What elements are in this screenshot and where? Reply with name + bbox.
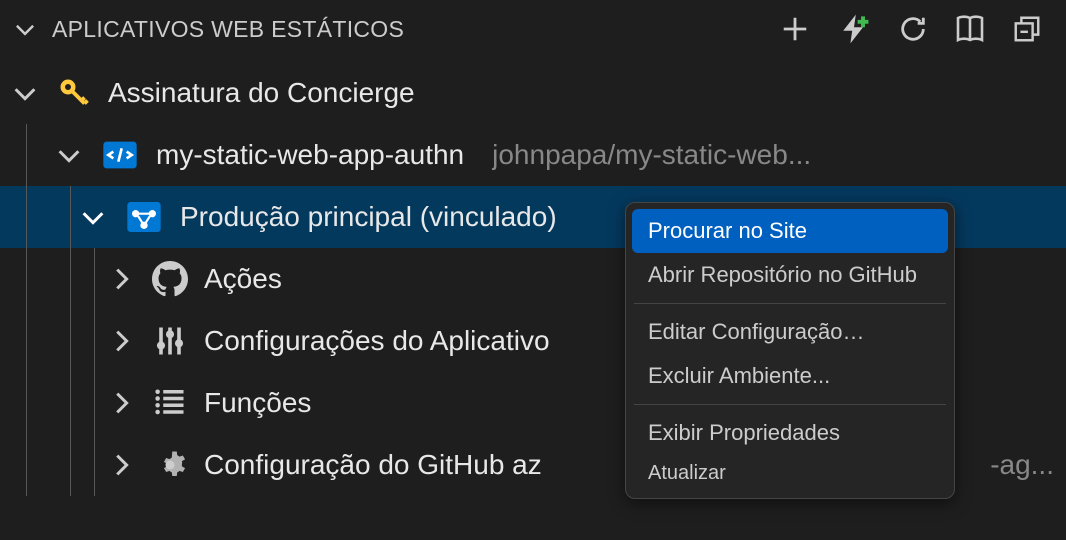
subscription-label: Assinatura do Concierge xyxy=(108,77,415,109)
menu-separator xyxy=(634,303,946,304)
actions-label: Ações xyxy=(204,263,282,295)
chevron-right-icon[interactable] xyxy=(106,326,136,356)
tree-item-app[interactable]: my-static-web-app-authn johnpapa/my-stat… xyxy=(0,124,1066,186)
chevron-right-icon[interactable] xyxy=(106,388,136,418)
menu-item-refresh[interactable]: Atualizar xyxy=(632,455,948,492)
collapse-all-icon[interactable] xyxy=(1012,14,1042,44)
menu-item-delete-env[interactable]: Excluir Ambiente... xyxy=(632,354,948,398)
panel-header: APLICATIVOS WEB ESTÁTICOS xyxy=(0,0,1066,58)
list-icon xyxy=(152,385,188,421)
chevron-right-icon[interactable] xyxy=(106,264,136,294)
panel-title-group: APLICATIVOS WEB ESTÁTICOS xyxy=(12,16,404,43)
menu-item-show-props[interactable]: Exibir Propriedades xyxy=(632,411,948,455)
chevron-right-icon[interactable] xyxy=(106,450,136,480)
toolbar xyxy=(780,11,1054,47)
context-menu: Procurar no Site Abrir Repositório no Gi… xyxy=(625,202,955,499)
menu-separator xyxy=(634,404,946,405)
book-icon[interactable] xyxy=(954,13,986,45)
github-icon xyxy=(152,261,188,297)
menu-item-edit-config[interactable]: Editar Configuração… xyxy=(632,310,948,354)
environment-label: Produção principal (vinculado) xyxy=(180,201,557,233)
menu-item-browse-site[interactable]: Procurar no Site xyxy=(632,209,948,253)
environment-icon xyxy=(124,197,164,237)
settings-sliders-icon xyxy=(152,323,188,359)
refresh-icon[interactable] xyxy=(898,14,928,44)
chevron-down-icon[interactable] xyxy=(78,202,108,232)
chevron-down-icon[interactable] xyxy=(12,16,38,42)
github-config-trailing: -ag... xyxy=(990,449,1054,481)
chevron-down-icon[interactable] xyxy=(54,140,84,170)
app-label: my-static-web-app-authn xyxy=(156,139,464,171)
menu-item-open-repo[interactable]: Abrir Repositório no GitHub xyxy=(632,253,948,297)
app-description: johnpapa/my-static-web... xyxy=(492,139,811,171)
functions-label: Funções xyxy=(204,387,311,419)
chevron-down-icon[interactable] xyxy=(10,78,40,108)
tree-item-subscription[interactable]: Assinatura do Concierge xyxy=(0,62,1066,124)
app-settings-label: Configurações do Aplicativo xyxy=(204,325,550,357)
github-config-label: Configuração do GitHub az xyxy=(204,449,542,481)
lightning-add-icon[interactable] xyxy=(836,11,872,47)
add-icon[interactable] xyxy=(780,14,810,44)
panel-title: APLICATIVOS WEB ESTÁTICOS xyxy=(52,16,404,43)
gear-icon xyxy=(152,447,188,483)
key-icon xyxy=(56,75,92,111)
static-web-app-icon xyxy=(100,135,140,175)
